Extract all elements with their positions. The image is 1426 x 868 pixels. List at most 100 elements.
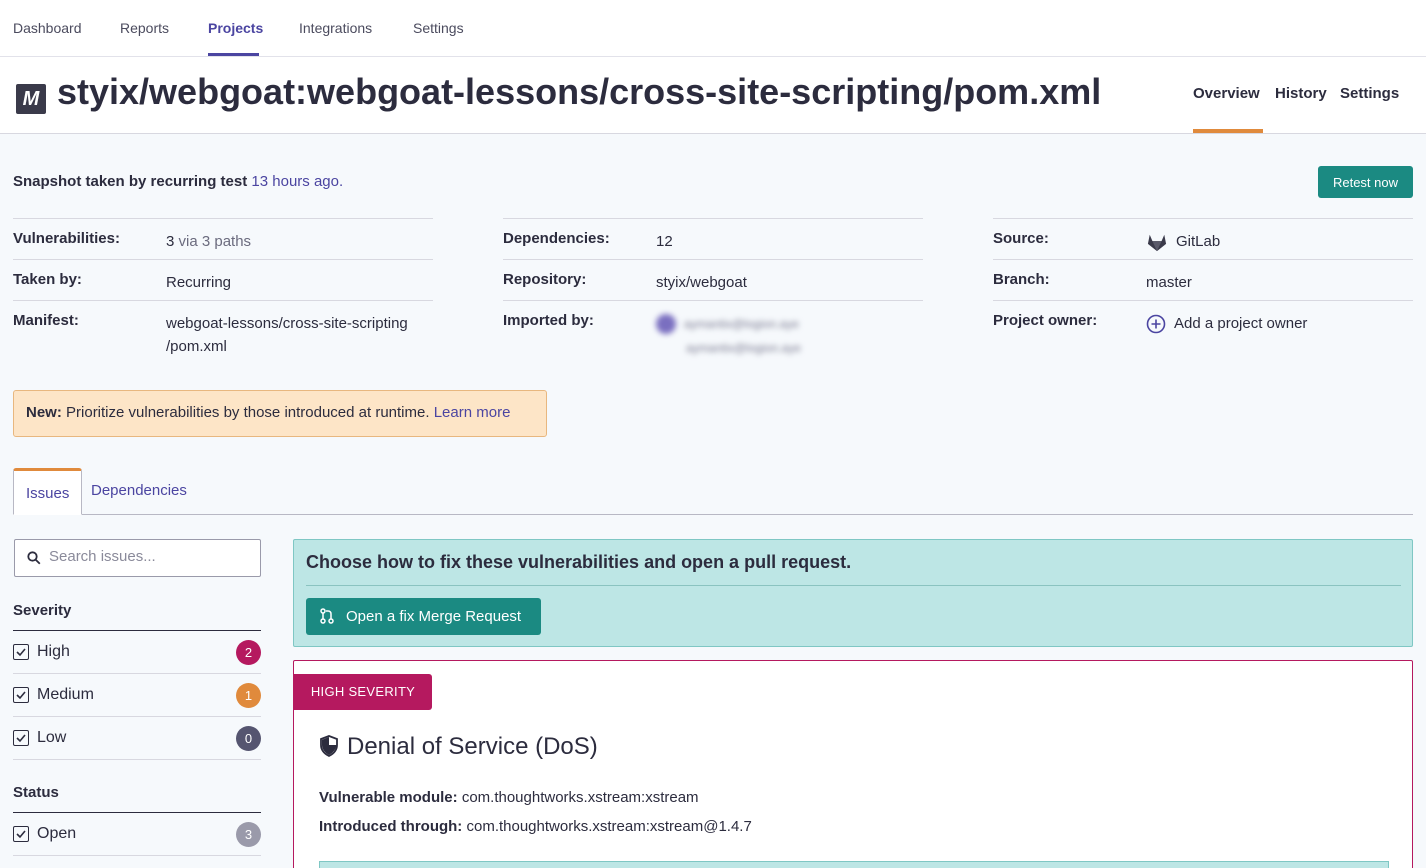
fix-panel-title: Choose how to fix these vulnerabilities … bbox=[306, 552, 852, 572]
search-input[interactable] bbox=[49, 548, 249, 565]
manifest-link[interactable]: webgoat-lessons/cross-site-scripting /po… bbox=[166, 312, 408, 358]
filter-label: Medium bbox=[37, 686, 94, 703]
snapshot-time-link[interactable]: 13 hours ago. bbox=[251, 173, 343, 190]
info-row-repository: Repository: styix/webgoat bbox=[503, 259, 923, 300]
info-column-2: Dependencies: 12 Repository: styix/webgo… bbox=[503, 218, 923, 362]
search-box bbox=[14, 539, 261, 577]
fix-button-label: Open a fix Merge Request bbox=[346, 608, 522, 625]
issue-card: HIGH SEVERITY Denial of Service (DoS) Vu… bbox=[293, 660, 1413, 868]
info-label: Vulnerabilities: bbox=[13, 230, 120, 247]
info-row-imported-by: Imported by: aymantix@logion.aye aymanti… bbox=[503, 300, 923, 362]
repository-link[interactable]: styix/webgoat bbox=[656, 271, 747, 294]
count-badge: 1 bbox=[236, 683, 261, 708]
meta-value: com.thoughtworks.xstream:xstream@1.4.7 bbox=[466, 818, 752, 835]
info-value: GitLab bbox=[1146, 230, 1220, 253]
project-header: M styix/webgoat:webgoat-lessons/cross-si… bbox=[0, 57, 1426, 134]
info-row-vulnerabilities: Vulnerabilities: 3 via 3 paths bbox=[13, 218, 433, 259]
add-project-owner-label: Add a project owner bbox=[1174, 315, 1308, 332]
info-row-dependencies: Dependencies: 12 bbox=[503, 218, 923, 259]
info-value: master bbox=[1146, 274, 1192, 291]
tab-overview[interactable]: Overview bbox=[1193, 85, 1260, 102]
manifest-line-1: webgoat-lessons/cross-site-scripting bbox=[166, 315, 408, 332]
filter-high[interactable]: High 2 bbox=[13, 631, 261, 674]
tab-issues[interactable]: Issues bbox=[13, 468, 83, 515]
tab-settings[interactable]: Settings bbox=[1340, 85, 1399, 102]
filter-label: Low bbox=[37, 729, 67, 746]
vulnerable-module: Vulnerable module: com.thoughtworks.xstr… bbox=[319, 789, 699, 806]
checkbox-checked-icon[interactable] bbox=[13, 687, 29, 703]
status-heading: Status bbox=[13, 784, 59, 801]
fix-panel: Choose how to fix these vulnerabilities … bbox=[293, 539, 1413, 647]
notice-prefix: New: bbox=[26, 404, 62, 421]
issue-title-text: Denial of Service (DoS) bbox=[347, 733, 598, 760]
info-row-taken-by: Taken by: Recurring bbox=[13, 259, 433, 300]
page-title: styix/webgoat:webgoat-lessons/cross-site… bbox=[57, 71, 1102, 112]
nav-settings[interactable]: Settings bbox=[413, 20, 464, 36]
filter-medium[interactable]: Medium 1 bbox=[13, 674, 261, 717]
severity-tag: HIGH SEVERITY bbox=[294, 674, 432, 710]
nav-dashboard[interactable]: Dashboard bbox=[13, 20, 82, 36]
info-value: aymantix@logion.aye aymantix@logion.aye bbox=[656, 312, 801, 360]
info-value: 3 via 3 paths bbox=[166, 230, 251, 253]
maven-logo-icon: M bbox=[16, 84, 46, 114]
info-column-1: Vulnerabilities: 3 via 3 paths Taken by:… bbox=[13, 218, 433, 362]
add-project-owner-link[interactable]: Add a project owner bbox=[1146, 312, 1307, 335]
merge-request-icon bbox=[320, 608, 334, 624]
filter-open[interactable]: Open 3 bbox=[13, 813, 261, 856]
fix-panel-divider bbox=[306, 585, 1401, 586]
count-badge: 3 bbox=[236, 822, 261, 847]
info-label: Manifest: bbox=[13, 312, 79, 329]
user-avatar bbox=[656, 314, 676, 335]
info-label: Dependencies: bbox=[503, 230, 610, 247]
info-label: Repository: bbox=[503, 271, 587, 288]
notice-text: Prioritize vulnerabilities by those intr… bbox=[66, 404, 430, 421]
nav-integrations[interactable]: Integrations bbox=[299, 20, 372, 36]
checkbox-checked-icon[interactable] bbox=[13, 826, 29, 842]
content-tabs: Issues Dependencies bbox=[13, 468, 1413, 515]
nav-projects[interactable]: Projects bbox=[208, 20, 263, 36]
tab-history[interactable]: History bbox=[1275, 85, 1327, 102]
source-value: GitLab bbox=[1176, 233, 1221, 250]
info-row-branch: Branch: master bbox=[993, 259, 1413, 300]
info-value: Recurring bbox=[166, 274, 232, 291]
info-label: Taken by: bbox=[13, 271, 82, 288]
info-column-3: Source: GitLab Branch: master Project ow… bbox=[993, 218, 1413, 362]
checkbox-checked-icon[interactable] bbox=[13, 730, 29, 746]
manifest-line-2: /pom.xml bbox=[166, 338, 227, 355]
info-row-source: Source: GitLab bbox=[993, 218, 1413, 259]
gitlab-icon bbox=[1147, 234, 1167, 252]
shield-icon bbox=[320, 735, 338, 758]
imported-by-name: aymantix@logion.aye bbox=[684, 317, 799, 331]
info-label: Imported by: bbox=[503, 312, 594, 329]
filter-low[interactable]: Low 0 bbox=[13, 717, 261, 760]
nav-active-indicator bbox=[208, 53, 259, 56]
tab-active-indicator bbox=[1193, 129, 1263, 133]
learn-more-link[interactable]: Learn more bbox=[434, 404, 511, 421]
issue-title[interactable]: Denial of Service (DoS) bbox=[319, 733, 598, 761]
filter-label: High bbox=[37, 643, 70, 660]
meta-label: Vulnerable module: bbox=[319, 789, 458, 806]
nav-reports[interactable]: Reports bbox=[120, 20, 169, 36]
count-badge: 2 bbox=[236, 640, 261, 665]
snapshot-prefix: Snapshot taken by recurring test bbox=[13, 173, 248, 190]
info-label: Branch: bbox=[993, 271, 1050, 288]
introduced-through: Introduced through: com.thoughtworks.xst… bbox=[319, 818, 752, 835]
severity-heading: Severity bbox=[13, 602, 72, 619]
count-badge: 0 bbox=[236, 726, 261, 751]
open-fix-merge-request-button[interactable]: Open a fix Merge Request bbox=[306, 598, 541, 635]
vulnerability-paths: via 3 paths bbox=[178, 233, 252, 250]
meta-label: Introduced through: bbox=[319, 818, 463, 835]
info-row-project-owner: Project owner: Add a project owner bbox=[993, 300, 1413, 362]
meta-value: com.thoughtworks.xstream:xstream bbox=[461, 789, 699, 806]
runtime-notice-banner: New: Prioritize vulnerabilities by those… bbox=[13, 390, 547, 437]
checkbox-checked-icon[interactable] bbox=[13, 644, 29, 660]
info-label: Source: bbox=[993, 230, 1049, 247]
tab-dependencies[interactable]: Dependencies bbox=[79, 468, 199, 515]
info-row-manifest: Manifest: webgoat-lessons/cross-site-scr… bbox=[13, 300, 433, 362]
retest-now-button[interactable]: Retest now bbox=[1318, 166, 1413, 198]
info-label: Project owner: bbox=[993, 312, 1098, 329]
imported-by-email: aymantix@logion.aye bbox=[686, 341, 801, 355]
add-circle-icon bbox=[1146, 314, 1166, 334]
filter-label: Open bbox=[37, 825, 77, 842]
vulnerability-count: 3 bbox=[166, 233, 175, 250]
